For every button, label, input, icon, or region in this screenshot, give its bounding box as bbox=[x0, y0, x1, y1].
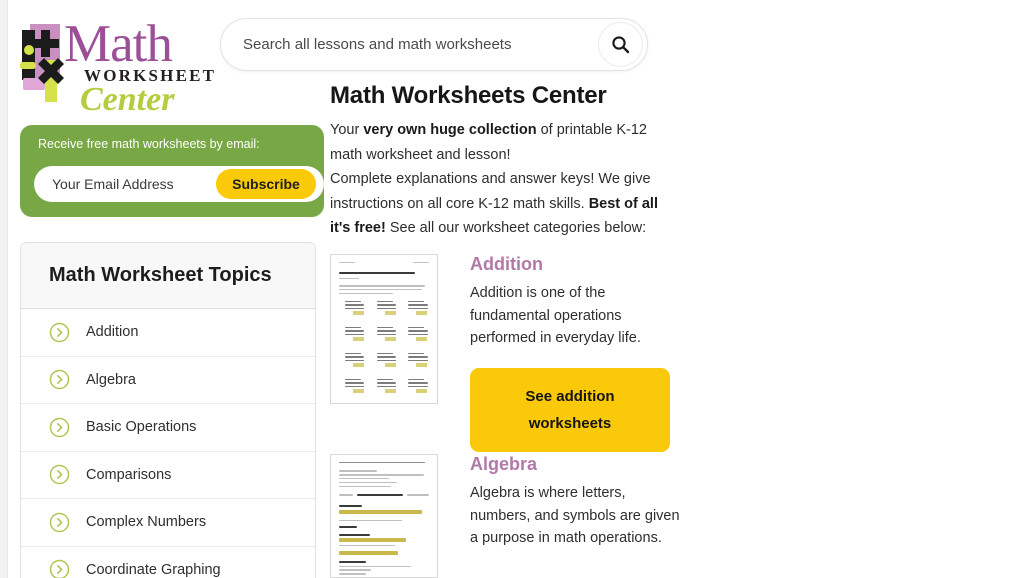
chevron-right-circle-icon bbox=[49, 464, 70, 485]
page-root: Math WORKSHEET Center Receive free math … bbox=[8, 0, 1028, 578]
chevron-right-circle-icon bbox=[49, 322, 70, 343]
category-description: Algebra is where letters, numbers, and s… bbox=[470, 485, 680, 546]
email-field[interactable] bbox=[52, 166, 224, 202]
category-title: Algebra bbox=[470, 454, 538, 474]
sidebar-item-label: Complex Numbers bbox=[86, 514, 207, 531]
category-card-body: Algebra Algebra is where letters, number… bbox=[470, 454, 680, 550]
intro-p1-a: Your bbox=[330, 122, 364, 138]
category-description: Addition is one of the fundamental opera… bbox=[470, 285, 641, 346]
category-title: Addition bbox=[470, 254, 543, 274]
addition-worksheet-thumbnail[interactable] bbox=[330, 254, 438, 404]
sidebar-item-label: Comparisons bbox=[86, 466, 172, 483]
sidebar-item-label: Coordinate Graphing bbox=[86, 561, 221, 578]
sidebar-item-label: Addition bbox=[86, 324, 139, 341]
cta-line-2: worksheets bbox=[528, 414, 612, 432]
chevron-right-circle-icon bbox=[49, 369, 70, 390]
search-button[interactable] bbox=[598, 22, 643, 67]
chevron-right-circle-icon bbox=[49, 512, 70, 533]
sidebar-item-algebra[interactable]: Algebra bbox=[21, 356, 315, 404]
math-symbols-logo-icon bbox=[16, 20, 68, 106]
subscribe-input-row: Subscribe bbox=[34, 166, 324, 202]
page-title: Math Worksheets Center bbox=[330, 82, 607, 109]
subscribe-button[interactable]: Subscribe bbox=[216, 169, 316, 199]
page-left-gutter bbox=[0, 0, 8, 578]
sidebar-item-label: Algebra bbox=[86, 371, 136, 388]
sidebar-item-complex-numbers[interactable]: Complex Numbers bbox=[21, 499, 315, 547]
topics-panel-header: Math Worksheet Topics bbox=[21, 243, 315, 309]
email-subscribe-box: Receive free math worksheets by email: S… bbox=[20, 125, 324, 217]
intro-text: Your very own huge collection of printab… bbox=[330, 118, 670, 241]
subscribe-label: Receive free math worksheets by email: bbox=[38, 137, 260, 151]
sidebar-item-label: Basic Operations bbox=[86, 419, 197, 436]
logo-word-center: Center bbox=[80, 81, 175, 118]
see-addition-worksheets-button[interactable]: See addition worksheets bbox=[470, 367, 670, 452]
chevron-right-circle-icon bbox=[49, 559, 70, 578]
intro-p1-b: very own huge collection bbox=[363, 122, 537, 138]
topics-panel-title: Math Worksheet Topics bbox=[49, 264, 272, 286]
sidebar-item-addition[interactable]: Addition bbox=[21, 309, 315, 357]
sidebar-item-basic-operations[interactable]: Basic Operations bbox=[21, 404, 315, 452]
search-input[interactable] bbox=[243, 19, 593, 70]
sidebar-item-comparisons[interactable]: Comparisons bbox=[21, 451, 315, 499]
search-icon bbox=[612, 36, 630, 54]
category-card-body: Addition Addition is one of the fundamen… bbox=[470, 254, 680, 452]
math-worksheet-topics-panel: Math Worksheet Topics Addition Algebra B… bbox=[20, 242, 316, 578]
algebra-worksheet-thumbnail[interactable] bbox=[330, 454, 438, 578]
cta-line-1: See addition bbox=[525, 387, 615, 405]
sidebar-item-coordinate-graphing[interactable]: Coordinate Graphing bbox=[21, 546, 315, 578]
search-bar[interactable] bbox=[220, 18, 648, 71]
chevron-right-circle-icon bbox=[49, 417, 70, 438]
intro-p2-c: See all our worksheet categories below: bbox=[385, 220, 647, 237]
